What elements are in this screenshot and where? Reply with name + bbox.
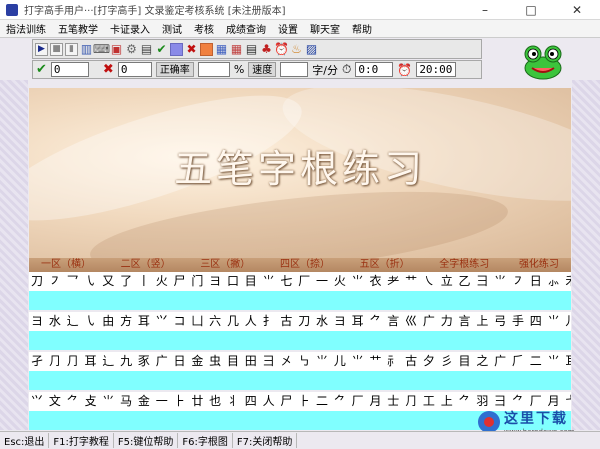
tab-zone-5[interactable]: 五区（折） (360, 258, 410, 272)
window-controls: – □ ✕ (462, 0, 600, 20)
tab-all-roots[interactable]: 全字根练习 (439, 258, 489, 272)
x-icon[interactable]: ✖ (185, 42, 198, 56)
tab-zone-1[interactable]: 一区（横） (41, 258, 91, 272)
root-line: 刀 ㇇ 乛 ㇂ 又 了 丨 火 尸 门 ヨ 口 目 ⺌ 七 厂 一 火 ⺌ 衣 … (29, 272, 571, 291)
menu-chatroom[interactable]: 聊天室 (304, 21, 346, 36)
percent-unit: % (233, 63, 245, 76)
stats-icon[interactable]: ▨ (305, 42, 318, 56)
keyboard-icon[interactable]: ⌨ (93, 42, 110, 56)
root-line: 孑 ⺆ ⺆ 耳 辶 九 豕 广 日 金 虫 目 田 ⺕ 㐅 ㇉ ⺌ 儿 ⺌ 艹 … (29, 352, 571, 371)
tab-intensive[interactable]: 强化练习 (519, 258, 559, 272)
typing-input-line[interactable] (29, 331, 571, 350)
left-side-panel (0, 80, 28, 430)
banner-title: 五笔字根练习 (173, 147, 426, 191)
status-f6: F6:字根图 (178, 433, 233, 448)
watermark-logo-icon (478, 411, 500, 433)
status-f5: F5:键位帮助 (114, 433, 179, 448)
stats-bar: ✔ 0 ✖ 0 正确率 % 速度 字/分 ⏱ 0:0 ⏰ 20:00 (32, 60, 482, 79)
practice-area: 刀 ㇇ 乛 ㇂ 又 了 丨 火 尸 门 ヨ 口 目 ⺌ 七 厂 一 火 ⺌ 衣 … (29, 272, 571, 430)
pause-icon[interactable]: ▮ (65, 42, 78, 56)
menu-bar: 指法训练 五笔教学 卡证录入 测试 考核 成绩查询 设置 聊天室 帮助 (0, 20, 600, 38)
menu-exam[interactable]: 考核 (188, 21, 220, 36)
status-bar: Esc:退出 F1:打字教程 F5:键位帮助 F6:字根图 F7:关闭帮助 (0, 431, 600, 449)
play-icon[interactable]: ▶ (35, 42, 48, 56)
menu-test[interactable]: 测试 (156, 21, 188, 36)
stop-icon[interactable]: ■ (50, 42, 63, 56)
banner-image: 五笔字根练习 (29, 88, 571, 260)
practice-tabs: 一区（横） 二区（竖） 三区（撇） 四区（捺） 五区（折） 全字根练习 强化练习 (29, 258, 571, 272)
close-button[interactable]: ✕ (554, 0, 600, 20)
menu-settings[interactable]: 设置 (272, 21, 304, 36)
document-icon[interactable]: ▤ (140, 42, 153, 56)
correct-icon: ✔ (36, 62, 47, 77)
bar-chart-icon[interactable]: ▦ (215, 42, 228, 56)
tab-zone-2[interactable]: 二区（竖） (121, 258, 171, 272)
accuracy-field (197, 62, 230, 77)
typing-input-line[interactable] (29, 371, 571, 390)
watermark-main: 这里下载 (504, 411, 568, 427)
speed-field (280, 62, 309, 77)
menu-fingering[interactable]: 指法训练 (0, 21, 52, 36)
speed-unit: 字/分 (312, 63, 338, 77)
minimize-button[interactable]: – (462, 0, 508, 20)
tab-zone-4[interactable]: 四区（捺） (280, 258, 330, 272)
elapsed-time: 0:0 (355, 62, 394, 77)
correct-count: 0 (50, 62, 89, 77)
speed-label: 速度 (248, 62, 277, 77)
gear-icon[interactable]: ⚙ (125, 42, 138, 56)
alarm-icon: ⏰ (397, 62, 413, 77)
book-icon[interactable]: ▥ (80, 42, 93, 56)
maximize-button[interactable]: □ (508, 0, 554, 20)
note-icon[interactable]: ▤ (245, 42, 258, 56)
wrong-count: 0 (117, 62, 152, 77)
menu-score-query[interactable]: 成绩查询 (220, 21, 272, 36)
title-bar: 打字高手用户···[打字高手] 文录鉴定考核系统 [未注册版本] – □ ✕ (0, 0, 600, 20)
status-esc: Esc:退出 (0, 433, 50, 448)
right-side-panel (572, 80, 600, 430)
menu-card-entry[interactable]: 卡证录入 (104, 21, 156, 36)
status-f7: F7:关闭帮助 (233, 433, 298, 448)
window-title: 打字高手用户···[打字高手] 文录鉴定考核系统 [未注册版本] (24, 6, 286, 17)
toolbar: ▶ ■ ▮ ▥ ⌨ ▣ ⚙ ▤ ✔ ✖ ▦ ▦ ▤ ♣ ⏰ ♨ ▨ (32, 39, 482, 59)
bell-icon[interactable]: ♨ (290, 42, 303, 56)
wrong-icon: ✖ (102, 62, 114, 77)
check-icon[interactable]: ✔ (155, 42, 168, 56)
purple-square-icon[interactable] (170, 42, 183, 56)
time-limit: 20:00 (416, 62, 457, 77)
stopwatch-icon: ⏱ (341, 62, 352, 76)
frog-mascot-icon (524, 45, 562, 80)
app-icon (6, 3, 18, 16)
chart-icon[interactable]: ▦ (230, 42, 243, 56)
accuracy-label: 正确率 (155, 62, 194, 77)
tree-icon[interactable]: ♣ (260, 42, 273, 56)
blocks-icon[interactable]: ▣ (110, 42, 123, 56)
root-line: ヨ 水 辶 ㇂ 由 方 耳 ⺍ コ 凵 六 几 人 ⺘ 古 刀 水 ヨ 耳 ⺈ … (29, 312, 571, 331)
tab-zone-3[interactable]: 三区（撇） (200, 258, 250, 272)
alarm-clock-icon[interactable]: ⏰ (274, 42, 289, 56)
status-f1: F1:打字教程 (49, 433, 114, 448)
menu-help[interactable]: 帮助 (346, 21, 378, 36)
typing-input-line[interactable] (29, 291, 571, 310)
orange-square-icon[interactable] (200, 42, 213, 56)
menu-wubi-teach[interactable]: 五笔教学 (52, 21, 104, 36)
